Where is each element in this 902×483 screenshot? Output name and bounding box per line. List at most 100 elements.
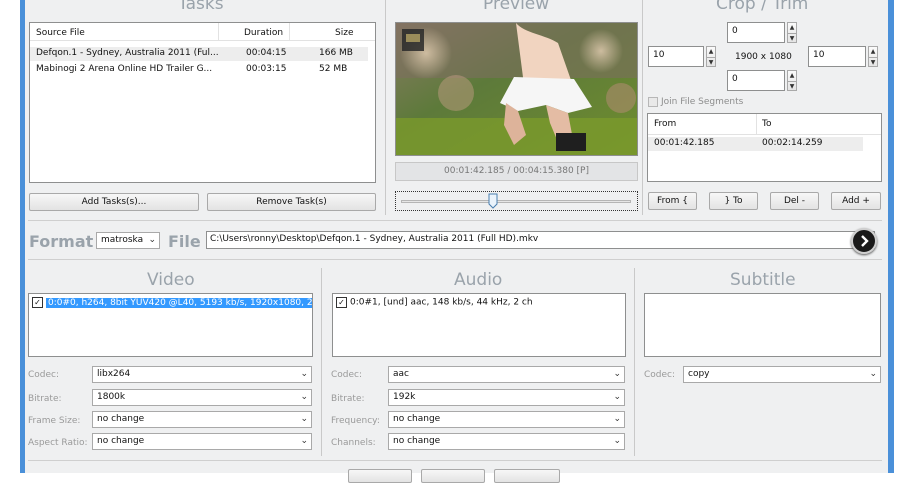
- join-segments-checkbox[interactable]: [648, 97, 658, 107]
- crop-left-spinner[interactable]: ▲ ▼: [706, 46, 716, 67]
- trim-add-button[interactable]: Add +: [831, 192, 881, 210]
- crop-top-spinner[interactable]: ▲ ▼: [787, 22, 797, 43]
- column-to[interactable]: To: [762, 119, 771, 129]
- trim-delete-button[interactable]: Del -: [770, 192, 819, 210]
- video-codec-label: Codec:: [28, 370, 60, 380]
- tasks-divider: [385, 0, 386, 215]
- crop-right-spinner[interactable]: ▲ ▼: [868, 46, 878, 67]
- add-tasks-button[interactable]: Add Tasks(s)...: [29, 193, 199, 211]
- chevron-down-icon: ⌄: [613, 369, 621, 379]
- chevron-down-icon: ⌄: [300, 369, 308, 379]
- audio-stream-item[interactable]: ✓ 0:0#1, [und] aac, 148 kb/s, 44 kHz, 2 c…: [336, 297, 533, 308]
- chevron-down-icon: ⌄: [300, 392, 308, 402]
- video-stream-item[interactable]: ✓ 0:0#0, h264, 8bit YUV420 @L40, 5193 kb/…: [32, 297, 312, 308]
- remove-tasks-button[interactable]: Remove Task(s): [207, 193, 376, 211]
- video-codec-select[interactable]: libx264 ⌄: [92, 366, 312, 383]
- crop-title: Crop / Trim: [716, 0, 809, 14]
- slider-track: [401, 200, 631, 203]
- column-duration[interactable]: Duration: [244, 28, 283, 38]
- format-select-value: matroska: [101, 235, 144, 245]
- tasks-title: Tasks: [178, 0, 224, 14]
- window-frame-left: [20, 0, 25, 473]
- audio-bitrate-label: Bitrate:: [331, 394, 365, 404]
- bottom-button[interactable]: [348, 469, 412, 483]
- column-size[interactable]: Size: [335, 28, 353, 38]
- audio-bitrate-select[interactable]: 192k ⌄: [388, 389, 625, 406]
- audio-streams-list[interactable]: ✓ 0:0#1, [und] aac, 148 kb/s, 44 kHz, 2 c…: [332, 293, 626, 357]
- video-aspect-select[interactable]: no change ⌄: [92, 433, 312, 450]
- video-stream-label: 0:0#0, h264, 8bit YUV420 @L40, 5193 kb/s…: [46, 297, 312, 308]
- crop-top-field[interactable]: 0: [727, 22, 785, 43]
- crop-bottom-spinner[interactable]: ▲ ▼: [787, 70, 797, 91]
- video-codec-value: libx264: [97, 369, 131, 379]
- bottom-button[interactable]: [421, 469, 485, 483]
- crop-bottom-field[interactable]: 0: [727, 70, 785, 91]
- output-file-path-field[interactable]: C:\Users\ronny\Desktop\Defqon.1 - Sydney…: [206, 231, 875, 249]
- chevron-down-icon: ⌄: [613, 392, 621, 402]
- audio-channels-select[interactable]: no change ⌄: [388, 433, 625, 450]
- chevron-down-icon: ⌄: [869, 369, 877, 379]
- subtitle-codec-label: Codec:: [644, 370, 676, 380]
- video-aspect-value: no change: [97, 436, 145, 446]
- chevron-right-icon: [861, 235, 869, 247]
- column-from[interactable]: From: [654, 119, 676, 129]
- chevron-down-icon: ⌄: [613, 436, 621, 446]
- audio-channels-value: no change: [393, 436, 441, 446]
- chevron-down-icon: ⌄: [613, 414, 621, 424]
- video-framesize-value: no change: [97, 414, 145, 424]
- start-convert-button[interactable]: [851, 228, 877, 254]
- video-framesize-select[interactable]: no change ⌄: [92, 411, 312, 428]
- audio-stream-label: 0:0#1, [und] aac, 148 kb/s, 44 kHz, 2 ch: [350, 297, 533, 308]
- audio-stream-checkbox[interactable]: ✓: [336, 297, 347, 308]
- video-bitrate-label: Bitrate:: [28, 394, 62, 404]
- trim-to-button[interactable]: } To: [709, 192, 758, 210]
- format-select[interactable]: matroska ⌄: [96, 232, 160, 249]
- preview-divider: [642, 0, 643, 215]
- file-label: File: [168, 232, 201, 251]
- subtitle-codec-select[interactable]: copy ⌄: [683, 366, 881, 383]
- audio-codec-label: Codec:: [331, 370, 363, 380]
- audio-codec-select[interactable]: aac ⌄: [388, 366, 625, 383]
- window-frame-right: [888, 0, 894, 473]
- video-title: Video: [147, 270, 195, 290]
- video-stream-checkbox[interactable]: ✓: [32, 297, 43, 308]
- bottom-button[interactable]: [494, 469, 560, 483]
- trim-row[interactable]: 00:01:42.185 00:02:14.259: [648, 137, 863, 151]
- format-label: Format: [29, 232, 94, 251]
- column-source-file[interactable]: Source File: [36, 28, 85, 38]
- trim-to: 00:02:14.259: [762, 138, 823, 148]
- tasks-list[interactable]: Source File Duration Size Defqon.1 - Syd…: [29, 22, 376, 183]
- format-separator: [28, 220, 882, 221]
- crop-right-field[interactable]: 10: [808, 46, 866, 67]
- slider-thumb[interactable]: [488, 193, 498, 209]
- preview-image: [396, 23, 637, 155]
- tasks-list-header: Source File Duration Size: [30, 23, 375, 41]
- audio-divider: [634, 268, 635, 456]
- video-preview-frame: [395, 22, 638, 156]
- bottom-separator: [28, 460, 882, 461]
- chevron-down-icon: ⌄: [300, 436, 308, 446]
- audio-channels-label: Channels:: [331, 438, 376, 448]
- audio-frequency-label: Frequency:: [331, 416, 380, 426]
- crop-left-field[interactable]: 10: [648, 46, 704, 67]
- subtitle-title: Subtitle: [730, 270, 796, 290]
- preview-title: Preview: [483, 0, 550, 14]
- video-bitrate-select[interactable]: 1800k ⌄: [92, 389, 312, 406]
- video-framesize-label: Frame Size:: [28, 416, 81, 426]
- task-row[interactable]: Defqon.1 - Sydney, Australia 2011 (Ful..…: [30, 47, 368, 61]
- join-segments-label: Join File Segments: [661, 97, 744, 107]
- audio-frequency-select[interactable]: no change ⌄: [388, 411, 625, 428]
- video-aspect-label: Aspect Ratio:: [28, 438, 88, 448]
- streams-separator: [28, 259, 882, 260]
- preview-seek-slider[interactable]: [395, 191, 638, 211]
- task-row[interactable]: Mabinogi 2 Arena Online HD Trailer G... …: [30, 63, 375, 77]
- audio-frequency-value: no change: [393, 414, 441, 424]
- task-file: Mabinogi 2 Arena Online HD Trailer G...: [36, 64, 213, 74]
- audio-codec-value: aac: [393, 369, 409, 379]
- video-streams-list[interactable]: ✓ 0:0#0, h264, 8bit YUV420 @L40, 5193 kb/…: [28, 293, 313, 357]
- trim-segments-list[interactable]: From To 00:01:42.185 00:02:14.259: [647, 113, 882, 182]
- crop-resolution: 1900 x 1080: [735, 52, 792, 62]
- subtitle-codec-value: copy: [688, 369, 710, 379]
- trim-from-button[interactable]: From {: [648, 192, 697, 210]
- subtitle-streams-list[interactable]: [644, 293, 881, 357]
